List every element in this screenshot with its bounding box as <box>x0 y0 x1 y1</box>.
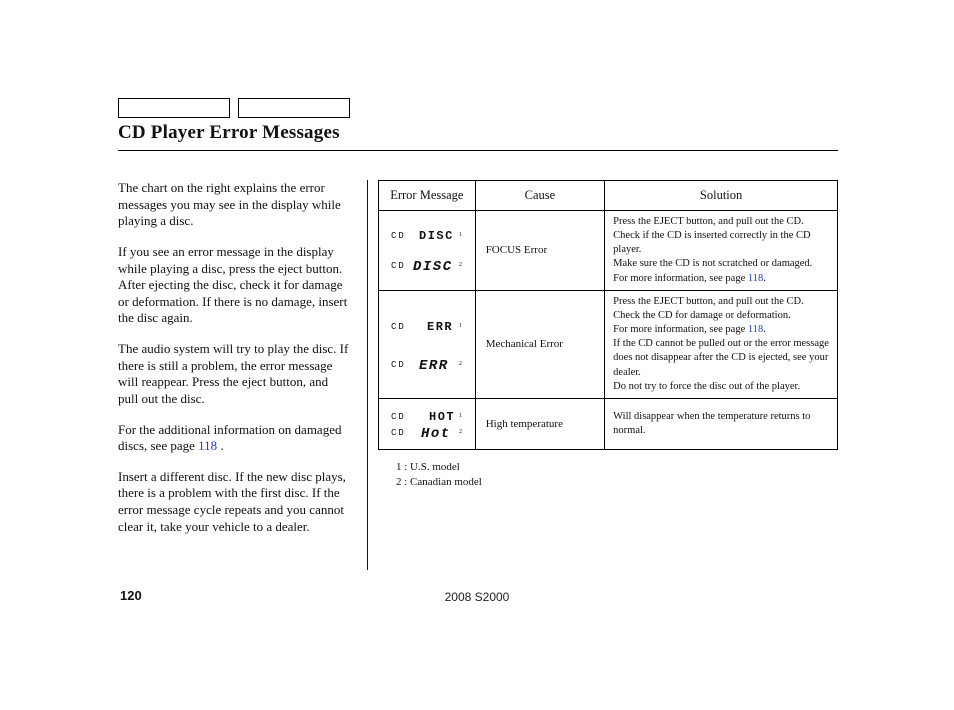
page-link-118[interactable]: 118 <box>748 324 763 335</box>
cell-solution: Press the EJECT button, and pull out the… <box>605 210 838 290</box>
header-boxes <box>118 98 358 118</box>
header-box-1 <box>118 98 230 118</box>
svg-text:2: 2 <box>459 429 462 435</box>
col-header-error-message: Error Message <box>379 181 476 211</box>
footnote: 2 : Canadian model <box>396 475 838 490</box>
table-row: CD ERR 1 CD ERR 2 Mechanical Error Press… <box>379 290 838 398</box>
manual-page: CD Player Error Messages The chart on th… <box>0 0 954 710</box>
table-column: Error Message Cause Solution CD DISC 1 C… <box>378 180 838 570</box>
text: If the CD cannot be pulled out or the er… <box>613 338 829 377</box>
svg-text:Hot: Hot <box>421 426 451 439</box>
paragraph: If you see an error message in the displ… <box>118 244 349 327</box>
svg-text:CD: CD <box>391 322 406 332</box>
title-block: CD Player Error Messages <box>118 122 838 151</box>
paragraph: The chart on the right explains the erro… <box>118 180 349 230</box>
paragraph: For the additional information on damage… <box>118 422 349 455</box>
table-row: CD DISC 1 CD DISC 2 FOCUS Error Press th… <box>379 210 838 290</box>
title-rule <box>118 150 838 151</box>
svg-text:CD: CD <box>391 412 406 422</box>
svg-text:2: 2 <box>459 361 462 367</box>
text: . <box>217 438 224 453</box>
text: Make sure the CD is not scratched or dam… <box>613 258 812 269</box>
svg-text:HOT: HOT <box>429 410 455 424</box>
cell-solution: Press the EJECT button, and pull out the… <box>605 290 838 398</box>
lcd-display-hot: CD HOT 1 CD Hot 2 <box>389 409 465 439</box>
cell-error-display-hot: CD HOT 1 CD Hot 2 <box>379 398 476 449</box>
svg-text:ERR: ERR <box>427 320 453 334</box>
text: . <box>763 273 766 284</box>
header-box-2 <box>238 98 350 118</box>
svg-text:2: 2 <box>459 262 462 268</box>
text: For more information, see page <box>613 273 748 284</box>
svg-text:CD: CD <box>391 360 406 370</box>
cell-solution: Will disappear when the temperature retu… <box>605 398 838 449</box>
content-columns: The chart on the right explains the erro… <box>118 180 838 570</box>
page-title: CD Player Error Messages <box>118 122 838 148</box>
svg-text:CD: CD <box>391 261 406 271</box>
text: Press the EJECT button, and pull out the… <box>613 216 810 255</box>
cell-error-display-err: CD ERR 1 CD ERR 2 <box>379 290 476 398</box>
svg-text:1: 1 <box>459 232 462 238</box>
svg-text:1: 1 <box>459 413 462 419</box>
column-divider <box>367 180 368 570</box>
col-header-solution: Solution <box>605 181 838 211</box>
body-text-column: The chart on the right explains the erro… <box>118 180 365 570</box>
footer-model-year: 2008 S2000 <box>0 590 954 604</box>
cell-cause: High temperature <box>475 398 604 449</box>
text: Do not try to force the disc out of the … <box>613 381 800 392</box>
svg-text:DISC: DISC <box>413 259 453 275</box>
svg-text:DISC: DISC <box>419 229 454 243</box>
paragraph: The audio system will try to play the di… <box>118 341 349 408</box>
svg-text:CD: CD <box>391 231 406 241</box>
table-footnotes: 1 : U.S. model 2 : Canadian model <box>396 460 838 491</box>
cell-cause: FOCUS Error <box>475 210 604 290</box>
text: Press the EJECT button, and pull out the… <box>613 296 804 321</box>
footnote: 1 : U.S. model <box>396 460 838 475</box>
col-header-cause: Cause <box>475 181 604 211</box>
lcd-display-disc: CD DISC 1 CD DISC 2 <box>389 224 465 276</box>
cell-cause: Mechanical Error <box>475 290 604 398</box>
page-link-118[interactable]: 118 <box>198 438 217 453</box>
svg-text:1: 1 <box>459 323 462 329</box>
error-message-table: Error Message Cause Solution CD DISC 1 C… <box>378 180 838 450</box>
cell-error-display-disc: CD DISC 1 CD DISC 2 <box>379 210 476 290</box>
text: . <box>763 324 766 335</box>
svg-text:CD: CD <box>391 428 406 438</box>
text: For the additional information on damage… <box>118 422 341 454</box>
lcd-display-err: CD ERR 1 CD ERR 2 <box>389 309 465 379</box>
table-row: CD HOT 1 CD Hot 2 High temperature Will … <box>379 398 838 449</box>
table-header-row: Error Message Cause Solution <box>379 181 838 211</box>
text: For more information, see page <box>613 324 748 335</box>
svg-text:ERR: ERR <box>419 358 449 374</box>
page-link-118[interactable]: 118 <box>748 273 763 284</box>
paragraph: Insert a different disc. If the new disc… <box>118 469 349 536</box>
